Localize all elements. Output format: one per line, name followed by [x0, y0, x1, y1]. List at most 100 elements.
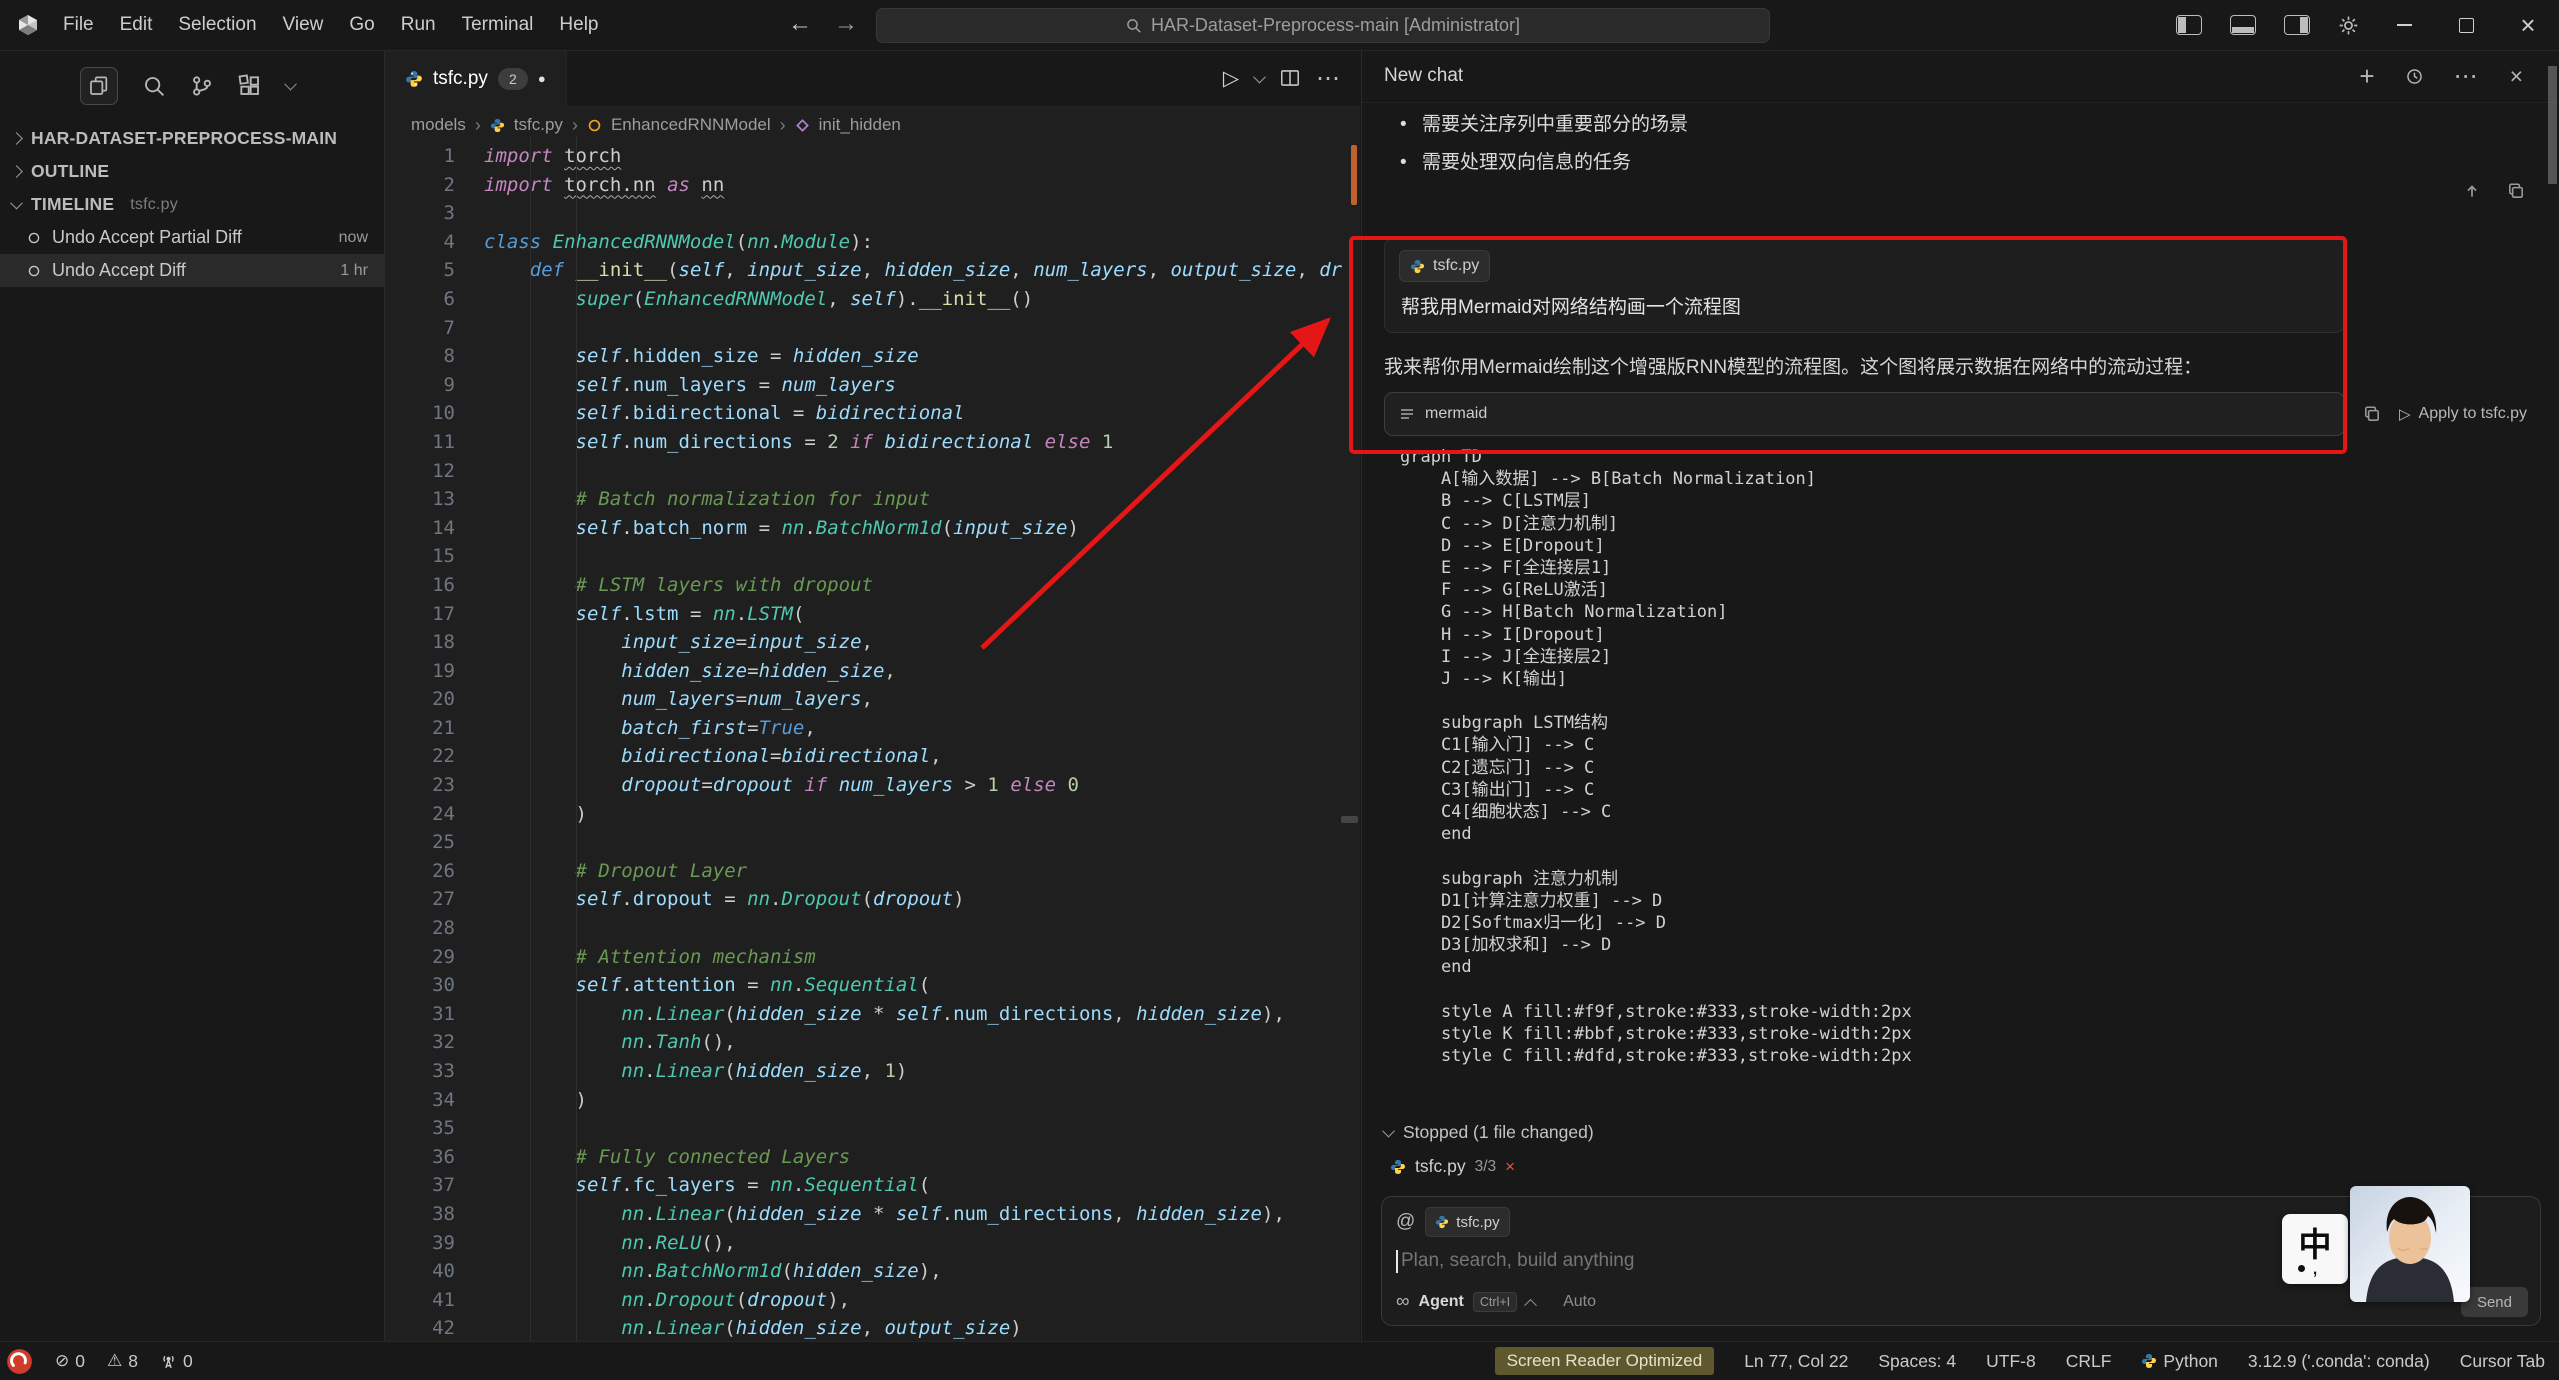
code-block-header[interactable]: mermaid — [1384, 392, 2345, 436]
code-line-6[interactable]: 6 super(EnhancedRNNModel, self).__init__… — [385, 285, 1360, 314]
settings-gear-icon[interactable] — [2338, 15, 2359, 36]
scrollbar-marker[interactable] — [1341, 816, 1358, 823]
send-button[interactable]: Send — [2461, 1287, 2528, 1317]
timeline-item[interactable]: Undo Accept Partial Diff now — [0, 221, 384, 254]
code-line-14[interactable]: 14 self.batch_norm = nn.BatchNorm1d(inpu… — [385, 514, 1360, 543]
maximize-button[interactable] — [2435, 0, 2497, 50]
code-line-25[interactable]: 25 — [385, 828, 1360, 857]
dismiss-file-icon[interactable]: × — [1505, 1157, 1515, 1177]
code-line-21[interactable]: 21 batch_first=True, — [385, 714, 1360, 743]
breadcrumb-folder[interactable]: models — [411, 115, 466, 135]
breadcrumb-class[interactable]: EnhancedRNNModel — [611, 115, 771, 135]
menu-terminal[interactable]: Terminal — [449, 14, 547, 36]
code-line-11[interactable]: 11 self.num_directions = 2 if bidirectio… — [385, 428, 1360, 457]
sidebar-section-outline[interactable]: OUTLINE — [0, 155, 384, 188]
changed-file-row[interactable]: tsfc.py 3/3 × — [1390, 1156, 1515, 1177]
code-line-38[interactable]: 38 nn.Linear(hidden_size * self.num_dire… — [385, 1200, 1360, 1229]
python-interpreter[interactable]: 3.12.9 ('.conda': conda) — [2248, 1351, 2430, 1372]
cursor-ai-logo-icon[interactable] — [6, 1348, 33, 1375]
code-line-3[interactable]: 3 — [385, 199, 1360, 228]
code-line-2[interactable]: 2import torch.nn as nn — [385, 171, 1360, 200]
source-control-icon[interactable] — [190, 74, 214, 98]
apply-code-button[interactable]: ▷ Apply to tsfc.py — [2399, 405, 2527, 423]
close-chat-icon[interactable]: × — [2510, 63, 2523, 90]
code-line-5[interactable]: 5 def __init__(self, input_size, hidden_… — [385, 256, 1360, 285]
menu-selection[interactable]: Selection — [165, 14, 269, 36]
menu-go[interactable]: Go — [336, 14, 387, 36]
run-dropdown-icon[interactable] — [1253, 70, 1266, 83]
language-mode[interactable]: Python — [2141, 1351, 2217, 1372]
status-warnings[interactable]: ⚠ 8 — [107, 1351, 138, 1372]
mode-selector[interactable]: ∞ Agent Ctrl+I — [1396, 1291, 1535, 1313]
indentation-setting[interactable]: Spaces: 4 — [1878, 1351, 1956, 1372]
code-line-28[interactable]: 28 — [385, 914, 1360, 943]
code-line-29[interactable]: 29 # Attention mechanism — [385, 943, 1360, 972]
more-actions-icon[interactable]: ⋯ — [1316, 64, 1342, 93]
add-context-icon[interactable]: @ — [1396, 1211, 1415, 1233]
chevron-down-icon[interactable] — [286, 77, 295, 95]
code-area[interactable]: 1import torch2import torch.nn as nn34cla… — [385, 142, 1360, 1342]
code-line-32[interactable]: 32 nn.Tanh(), — [385, 1028, 1360, 1057]
menu-edit[interactable]: Edit — [107, 14, 166, 36]
code-line-34[interactable]: 34 ) — [385, 1086, 1360, 1115]
code-line-1[interactable]: 1import torch — [385, 142, 1360, 171]
search-icon[interactable] — [142, 74, 166, 98]
context-chip[interactable]: tsfc.py — [1425, 1207, 1509, 1237]
command-center[interactable]: HAR-Dataset-Preprocess-main [Administrat… — [876, 8, 1770, 43]
code-line-40[interactable]: 40 nn.BatchNorm1d(hidden_size), — [385, 1257, 1360, 1286]
copy-code-icon[interactable] — [2363, 405, 2381, 423]
new-chat-icon[interactable]: + — [2359, 66, 2374, 86]
code-line-26[interactable]: 26 # Dropout Layer — [385, 857, 1360, 886]
code-line-12[interactable]: 12 — [385, 457, 1360, 486]
code-line-37[interactable]: 37 self.fc_layers = nn.Sequential( — [385, 1171, 1360, 1200]
code-line-31[interactable]: 31 nn.Linear(hidden_size * self.num_dire… — [385, 1000, 1360, 1029]
code-line-39[interactable]: 39 nn.ReLU(), — [385, 1229, 1360, 1258]
code-line-42[interactable]: 42 nn.Linear(hidden_size, output_size) — [385, 1314, 1360, 1342]
code-line-18[interactable]: 18 input_size=input_size, — [385, 628, 1360, 657]
cursor-tab-status[interactable]: Cursor Tab — [2460, 1351, 2545, 1372]
code-line-7[interactable]: 7 — [385, 314, 1360, 343]
code-line-36[interactable]: 36 # Fully connected Layers — [385, 1143, 1360, 1172]
modified-dot-icon[interactable]: ● — [538, 71, 546, 86]
sidebar-section-project[interactable]: HAR-DATASET-PREPROCESS-MAIN — [0, 122, 384, 155]
code-line-10[interactable]: 10 self.bidirectional = bidirectional — [385, 399, 1360, 428]
code-line-8[interactable]: 8 self.hidden_size = hidden_size — [385, 342, 1360, 371]
split-editor-icon[interactable] — [1280, 69, 1300, 87]
run-python-icon[interactable]: ▷ — [1223, 66, 1239, 91]
code-line-24[interactable]: 24 ) — [385, 800, 1360, 829]
breadcrumb[interactable]: models › tsfc.py › EnhancedRNNModel › in… — [385, 107, 1360, 143]
menu-view[interactable]: View — [270, 14, 337, 36]
eol-setting[interactable]: CRLF — [2066, 1351, 2112, 1372]
nav-forward-icon[interactable]: → — [834, 10, 858, 38]
explorer-icon[interactable] — [80, 67, 118, 105]
history-icon[interactable] — [2405, 67, 2424, 86]
context-file-chip[interactable]: tsfc.py — [1399, 250, 1490, 282]
menu-file[interactable]: File — [50, 14, 107, 36]
code-line-33[interactable]: 33 nn.Linear(hidden_size, 1) — [385, 1057, 1360, 1086]
code-line-30[interactable]: 30 self.attention = nn.Sequential( — [385, 971, 1360, 1000]
toggle-panel-icon[interactable] — [2230, 15, 2256, 35]
menu-help[interactable]: Help — [546, 14, 611, 36]
copy-icon[interactable] — [2507, 182, 2525, 200]
minimize-button[interactable] — [2373, 0, 2435, 50]
sidebar-section-timeline[interactable]: TIMELINE tsfc.py — [0, 188, 384, 221]
code-line-19[interactable]: 19 hidden_size=hidden_size, — [385, 657, 1360, 686]
toggle-secondary-sidebar-icon[interactable] — [2284, 15, 2310, 35]
chat-scrollbar[interactable] — [2548, 66, 2557, 184]
more-options-icon[interactable]: ⋯ — [2454, 62, 2480, 91]
close-button[interactable]: × — [2497, 0, 2559, 50]
model-selector[interactable]: Auto — [1563, 1293, 1596, 1311]
toggle-primary-sidebar-icon[interactable] — [2176, 15, 2202, 35]
status-errors[interactable]: ⊘ 0 — [55, 1351, 85, 1372]
code-line-41[interactable]: 41 nn.Dropout(dropout), — [385, 1286, 1360, 1315]
mermaid-code-block[interactable]: graph TD A[输入数据] --> B[Batch Normalizati… — [1400, 446, 2539, 1067]
code-line-16[interactable]: 16 # LSTM layers with dropout — [385, 571, 1360, 600]
code-line-13[interactable]: 13 # Batch normalization for input — [385, 485, 1360, 514]
cursor-position[interactable]: Ln 77, Col 22 — [1744, 1351, 1848, 1372]
tab-tsfc-py[interactable]: tsfc.py 2 ● — [385, 50, 567, 107]
status-ports[interactable]: 0 — [160, 1351, 193, 1372]
code-line-9[interactable]: 9 self.num_layers = num_layers — [385, 371, 1360, 400]
agent-status-row[interactable]: Stopped (1 file changed) — [1384, 1122, 1594, 1143]
nav-back-icon[interactable]: ← — [788, 10, 812, 38]
code-line-35[interactable]: 35 — [385, 1114, 1360, 1143]
